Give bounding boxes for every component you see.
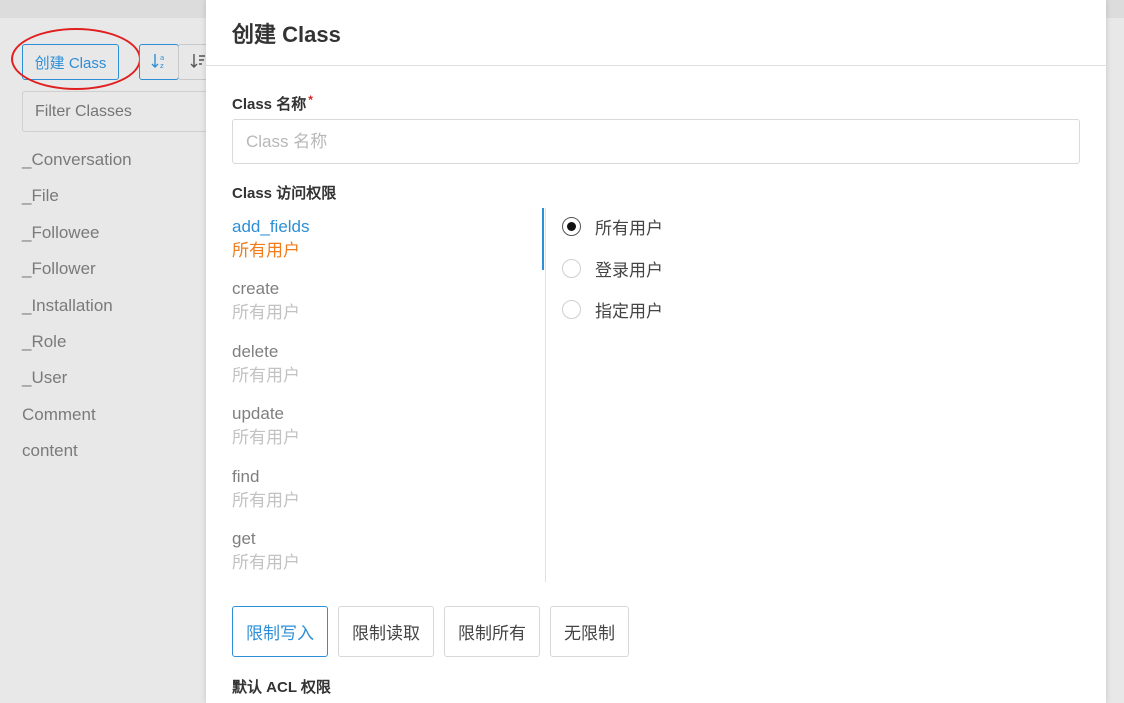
permission-value: 所有用户 bbox=[232, 553, 300, 572]
preset-unrestricted-button[interactable]: 无限制 bbox=[550, 606, 629, 657]
permission-value: 所有用户 bbox=[232, 428, 300, 447]
permission-name: create bbox=[232, 279, 280, 298]
class-item[interactable]: _Role bbox=[22, 324, 132, 360]
modal-title: 创建 Class bbox=[232, 21, 341, 47]
class-item[interactable]: Comment bbox=[22, 397, 132, 433]
class-name-input[interactable] bbox=[232, 119, 1080, 164]
filter-classes-input[interactable] bbox=[22, 91, 222, 132]
radio-specified-users[interactable]: 指定用户 bbox=[562, 289, 663, 331]
permission-item-find[interactable]: find 所有用户 bbox=[232, 465, 300, 513]
permission-item-get[interactable]: get 所有用户 bbox=[232, 527, 300, 575]
sort-alpha-icon: az bbox=[151, 52, 167, 73]
modal-header: 创建 Class bbox=[206, 0, 1106, 66]
preset-restrict-all-button[interactable]: 限制所有 bbox=[444, 606, 540, 657]
class-item[interactable]: _Installation bbox=[22, 288, 132, 324]
radio-logged-in-users[interactable]: 登录用户 bbox=[562, 248, 663, 290]
radio-button[interactable] bbox=[562, 300, 581, 320]
permission-name: update bbox=[232, 404, 284, 423]
class-item[interactable]: _Follower bbox=[22, 251, 132, 287]
permission-value: 所有用户 bbox=[232, 491, 300, 510]
class-name-label-text: Class 名称 bbox=[232, 96, 307, 113]
radio-button[interactable] bbox=[562, 217, 581, 237]
radio-all-users[interactable]: 所有用户 bbox=[562, 206, 663, 248]
permission-list: add_fields 所有用户 create 所有用户 delete 所有用户 … bbox=[232, 208, 546, 582]
radio-button[interactable] bbox=[562, 258, 581, 278]
radio-label: 所有用户 bbox=[595, 219, 663, 239]
permission-value: 所有用户 bbox=[232, 241, 300, 260]
permission-name: delete bbox=[232, 342, 279, 361]
svg-text:z: z bbox=[160, 62, 164, 70]
class-list: _Conversation _File _Followee _Follower … bbox=[22, 142, 132, 470]
sort-list-icon bbox=[190, 52, 206, 73]
create-class-button[interactable]: 创建 Class bbox=[22, 44, 119, 80]
class-name-label: Class 名称 * bbox=[232, 93, 313, 114]
class-item[interactable]: _Conversation bbox=[22, 142, 132, 178]
class-item[interactable]: _User bbox=[22, 360, 132, 396]
permission-name: find bbox=[232, 467, 260, 486]
permission-value: 所有用户 bbox=[232, 303, 300, 322]
sort-alpha-button[interactable]: az bbox=[139, 44, 179, 80]
radio-label: 指定用户 bbox=[595, 302, 663, 322]
permission-item-create[interactable]: create 所有用户 bbox=[232, 277, 300, 325]
class-access-label: Class 访问权限 bbox=[232, 185, 337, 202]
create-class-modal: 创建 Class Class 名称* Class 访问权限 add_fields… bbox=[206, 0, 1106, 703]
class-item[interactable]: _File bbox=[22, 178, 132, 214]
permission-value: 所有用户 bbox=[232, 366, 300, 385]
radio-label: 登录用户 bbox=[595, 260, 663, 280]
preset-restrict-read-button[interactable]: 限制读取 bbox=[338, 606, 434, 657]
active-permission-indicator bbox=[542, 208, 544, 270]
preset-buttons: 限制写入 限制读取 限制所有 无限制 bbox=[232, 606, 629, 657]
preset-restrict-write-button[interactable]: 限制写入 bbox=[232, 606, 328, 657]
default-acl-label: 默认 ACL 权限 bbox=[232, 679, 331, 696]
required-mark: * bbox=[308, 93, 313, 107]
permission-radio-group: 所有用户 登录用户 指定用户 bbox=[562, 206, 663, 331]
permission-name: get bbox=[232, 529, 256, 548]
permission-item-add-fields[interactable]: add_fields 所有用户 bbox=[232, 215, 310, 263]
class-item[interactable]: content bbox=[22, 433, 132, 469]
permission-item-update[interactable]: update 所有用户 bbox=[232, 402, 300, 450]
svg-text:a: a bbox=[160, 54, 164, 62]
class-item[interactable]: _Followee bbox=[22, 215, 132, 251]
permission-item-delete[interactable]: delete 所有用户 bbox=[232, 340, 300, 388]
permission-name: add_fields bbox=[232, 217, 310, 236]
